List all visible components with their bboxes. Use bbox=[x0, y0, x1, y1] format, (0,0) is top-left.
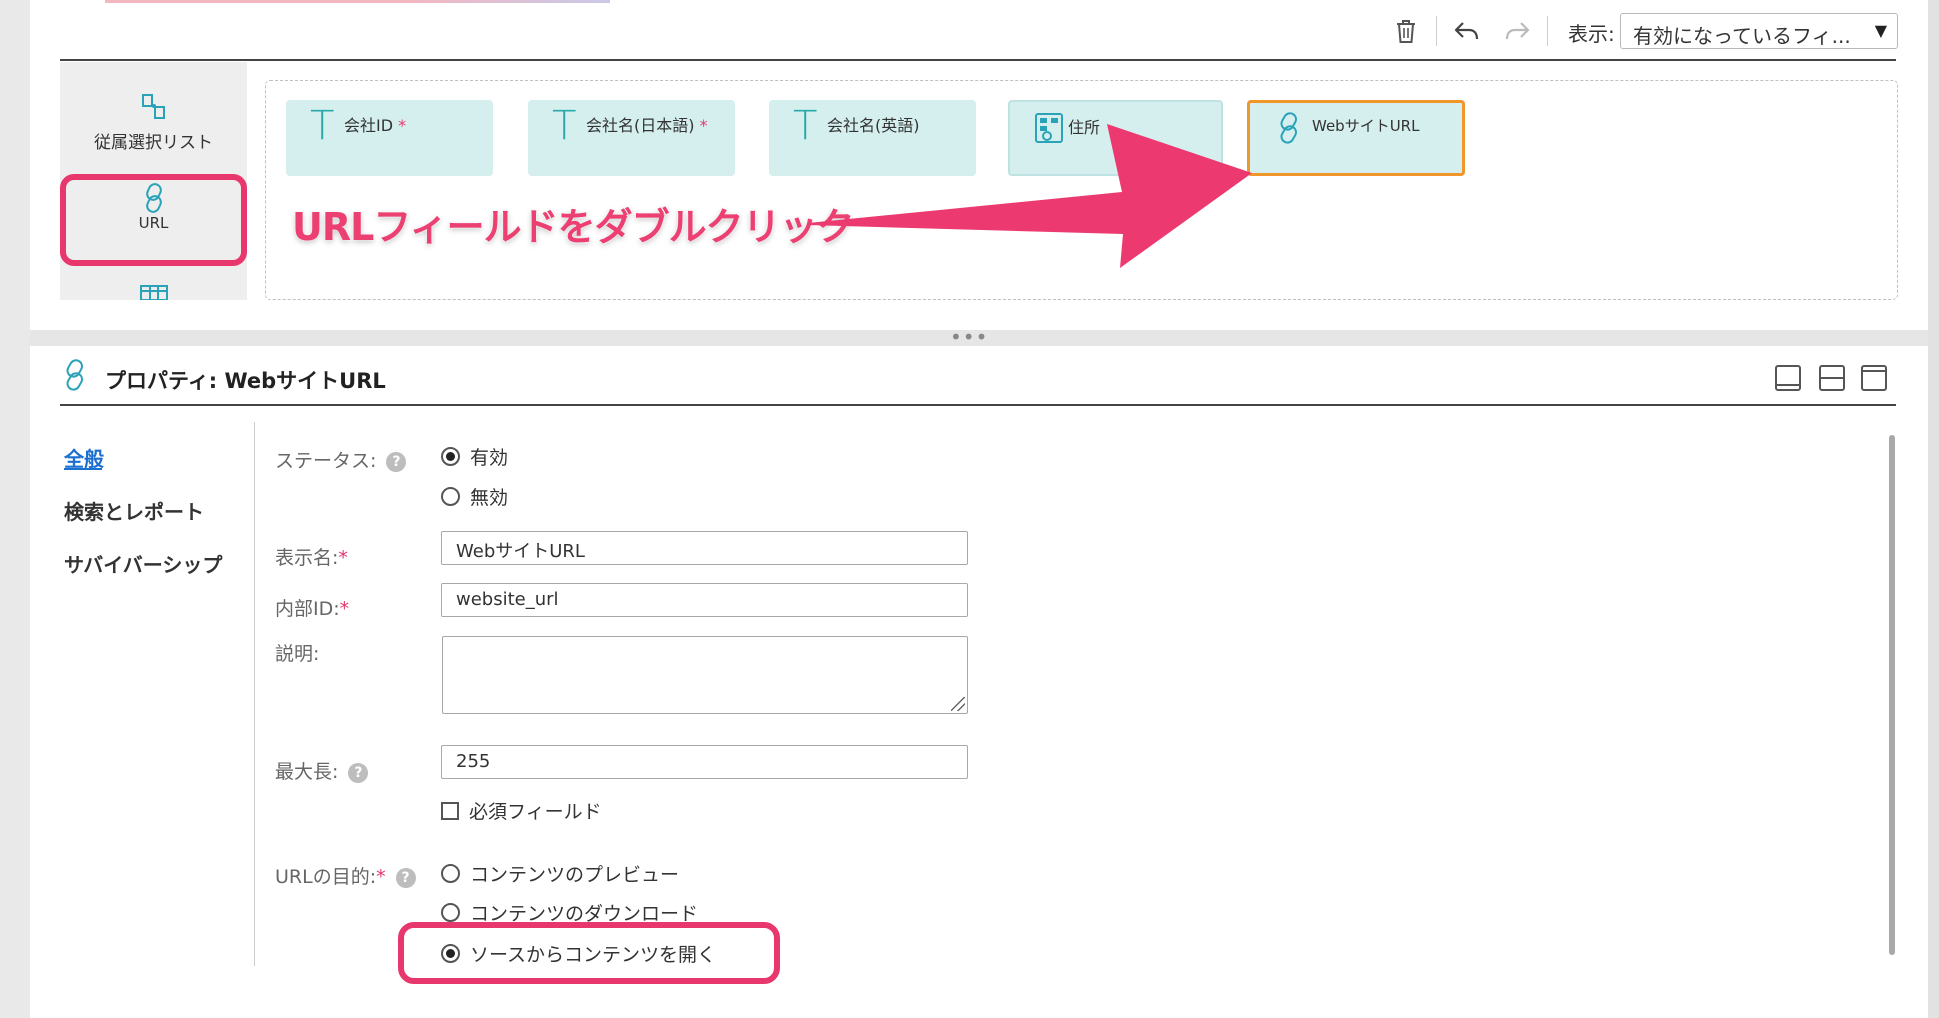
help-icon[interactable]: ? bbox=[395, 867, 416, 888]
display-name-input[interactable]: WebサイトURL bbox=[441, 531, 968, 565]
annotation-arrow-icon bbox=[808, 124, 1252, 268]
window-edge bbox=[1928, 0, 1939, 1018]
internal-id-input[interactable]: website_url bbox=[441, 583, 968, 617]
field-card-label: WebサイトURL bbox=[1312, 117, 1420, 135]
view-filter-select[interactable]: 有効になっているフィ... ▼ bbox=[1620, 13, 1898, 49]
description-label: 説明: bbox=[275, 643, 320, 665]
text-field-icon: T bbox=[552, 103, 577, 149]
palette-item-dependent-picklist[interactable]: 従属選択リスト bbox=[60, 92, 247, 153]
resize-handle-icon[interactable] bbox=[951, 697, 965, 711]
layout-dock-top-icon[interactable] bbox=[1861, 365, 1887, 391]
view-label: 表示: bbox=[1568, 22, 1615, 46]
caret-down-icon: ▼ bbox=[1874, 21, 1887, 40]
field-card-label: 会社名(日本語) * bbox=[586, 116, 708, 135]
link-icon bbox=[1276, 111, 1302, 149]
radio-unchecked-icon bbox=[441, 864, 460, 883]
dependent-picklist-icon bbox=[60, 92, 247, 122]
tab-search-and-reports[interactable]: 検索とレポート bbox=[64, 496, 204, 525]
field-card-website-url[interactable]: WebサイトURL bbox=[1247, 100, 1465, 176]
url-purpose-label: URLの目的:*? bbox=[275, 862, 416, 889]
top-accent-bar bbox=[105, 0, 610, 3]
field-card-label: 会社ID * bbox=[344, 116, 407, 135]
text-field-icon: T bbox=[310, 103, 335, 149]
trash-icon[interactable] bbox=[1389, 14, 1423, 48]
annotation-text: URLフィールドをダブルクリック bbox=[292, 205, 855, 249]
status-inactive-radio[interactable]: 無効 bbox=[441, 483, 508, 510]
radio-unchecked-icon bbox=[441, 903, 460, 922]
properties-title: プロパティ: WebサイトURL bbox=[105, 369, 386, 393]
layout-dock-bottom-icon[interactable] bbox=[1775, 365, 1801, 391]
max-length-label: 最大長:? bbox=[275, 757, 369, 784]
toolbar-divider bbox=[1436, 16, 1437, 46]
url-purpose-preview-radio[interactable]: コンテンツのプレビュー bbox=[441, 860, 679, 887]
help-icon[interactable]: ? bbox=[348, 762, 369, 783]
required-field-checkbox[interactable]: 必須フィールド bbox=[441, 797, 602, 824]
field-card-company-id[interactable]: T 会社ID * bbox=[286, 100, 493, 176]
layout-split-icon[interactable] bbox=[1819, 365, 1845, 391]
url-highlight-frame bbox=[60, 174, 247, 266]
display-name-label: 表示名:* bbox=[275, 547, 348, 569]
redo-icon[interactable] bbox=[1500, 14, 1534, 48]
status-label: ステータス:? bbox=[275, 446, 407, 473]
internal-id-label: 内部ID:* bbox=[275, 598, 350, 620]
palette-item-table[interactable] bbox=[60, 284, 247, 305]
description-textarea[interactable] bbox=[442, 636, 968, 714]
undo-icon[interactable] bbox=[1450, 14, 1484, 48]
help-icon[interactable]: ? bbox=[386, 451, 407, 472]
properties-scrollbar[interactable] bbox=[1889, 435, 1895, 955]
view-filter-value: 有効になっているフィ... bbox=[1633, 24, 1851, 48]
link-icon bbox=[62, 358, 88, 396]
palette-item-label: 従属選択リスト bbox=[94, 133, 213, 153]
radio-checked-icon bbox=[441, 447, 460, 466]
open-source-highlight-frame bbox=[398, 922, 780, 984]
max-length-input[interactable]: 255 bbox=[441, 745, 968, 779]
radio-unchecked-icon bbox=[441, 487, 460, 506]
active-tab-underline bbox=[64, 468, 102, 470]
status-active-radio[interactable]: 有効 bbox=[441, 443, 508, 470]
field-card-company-name-ja[interactable]: T 会社名(日本語) * bbox=[528, 100, 735, 176]
toolbar-divider bbox=[1547, 16, 1548, 46]
properties-separator bbox=[60, 404, 1896, 406]
toolbar-separator bbox=[60, 59, 1896, 61]
tab-survivorship[interactable]: サバイバーシップ bbox=[64, 549, 222, 578]
table-icon bbox=[60, 284, 247, 305]
tab-divider bbox=[254, 422, 255, 966]
checkbox-unchecked-icon bbox=[441, 801, 459, 820]
